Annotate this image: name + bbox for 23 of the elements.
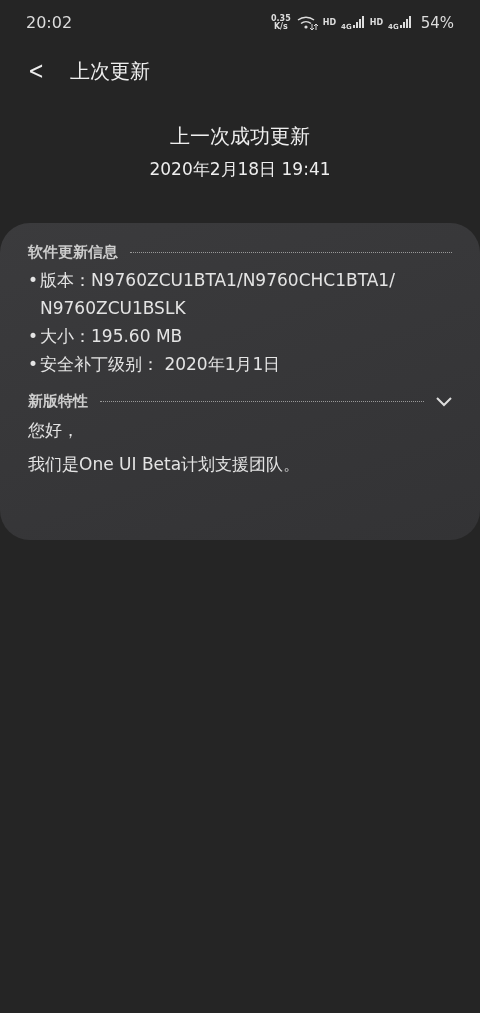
- feature-text: 我们是One UI Beta计划支援团队。: [28, 453, 302, 476]
- back-button[interactable]: <: [24, 57, 48, 85]
- info-text: 大小：195.60 MB: [40, 325, 183, 348]
- section-title: 新版特性: [28, 392, 88, 411]
- wifi-icon: [295, 14, 318, 31]
- bullet: •: [28, 269, 40, 292]
- signal-icon: [352, 15, 365, 30]
- update-date: 2020年2月18日 19:41: [149, 158, 331, 181]
- signal-icon: [399, 15, 412, 30]
- bullet: •: [28, 353, 40, 376]
- hd-label: HD: [322, 18, 337, 27]
- chevron-down-icon[interactable]: [436, 396, 452, 407]
- feature-text: 您好，: [28, 419, 80, 442]
- battery-level: 54%: [420, 13, 454, 32]
- hd-label: HD: [369, 18, 384, 27]
- summary-heading: 上一次成功更新: [170, 123, 310, 150]
- info-text: 安全补丁级别： 2020年1月1日: [40, 353, 281, 376]
- bullet: •: [28, 325, 40, 348]
- network-speed: 0.35 K/s: [270, 14, 291, 31]
- section-title: 软件更新信息: [28, 243, 118, 262]
- info-text: 版本：N9760ZCU1BTA1/N9760CHC1BTA1/ N9760ZCU1BSLK: [40, 269, 396, 320]
- status-time: 20:02: [26, 13, 73, 32]
- page-title: 上次更新: [70, 57, 151, 85]
